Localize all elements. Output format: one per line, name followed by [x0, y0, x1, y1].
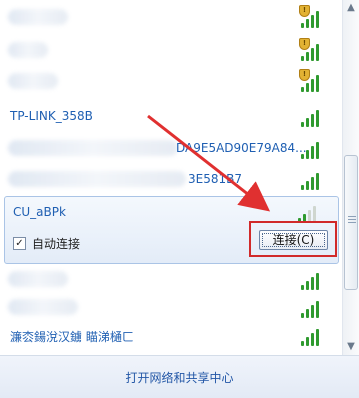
wifi-signal-icon	[298, 203, 320, 223]
blurred-ssid	[8, 9, 68, 25]
wifi-signal-icon	[301, 326, 323, 346]
connect-button[interactable]: 连接(C)	[259, 230, 328, 250]
auto-connect-label: 自动连接	[32, 237, 81, 251]
wifi-signal-icon: !	[299, 38, 323, 61]
wifi-signal-icon	[301, 270, 323, 290]
auto-connect-option[interactable]: ✓ 自动连接	[13, 235, 80, 252]
network-row[interactable]: DA9E5AD90E79A84...	[0, 131, 341, 165]
blurred-ssid	[8, 73, 58, 89]
wifi-signal-icon: !	[299, 69, 323, 92]
network-ssid: TP-LINK_358B	[10, 109, 93, 123]
chevron-down-icon[interactable]: ▼	[343, 339, 359, 355]
scrollbar-thumb[interactable]	[344, 155, 358, 290]
shield-icon: !	[299, 69, 310, 81]
blurred-ssid	[8, 42, 48, 58]
shield-icon: !	[299, 38, 310, 50]
blurred-ssid	[8, 271, 68, 287]
network-ssid: 濂枩鍚涗汉鐪 瞄涕樋ㄈ	[10, 330, 134, 344]
blurred-ssid	[8, 299, 78, 315]
wifi-signal-icon	[301, 107, 323, 127]
wifi-signal-icon	[301, 170, 323, 190]
selected-network[interactable]: CU_aBPk ✓ 自动连接 连接(C)	[4, 196, 339, 264]
network-row[interactable]: !	[0, 0, 341, 34]
vertical-scrollbar[interactable]: ▲ ▼	[342, 0, 359, 355]
selected-network-ssid: CU_aBPk	[13, 205, 66, 219]
wifi-signal-icon: !	[299, 5, 323, 28]
bottom-bar: 打开网络和共享中心	[0, 355, 359, 398]
checkbox-icon[interactable]: ✓	[13, 237, 26, 250]
open-network-center-link[interactable]: 打开网络和共享中心	[0, 369, 359, 386]
wifi-signal-icon	[301, 139, 323, 159]
network-row[interactable]: 3E581B7	[0, 162, 341, 196]
blurred-ssid	[8, 171, 186, 187]
wifi-signal-icon	[301, 298, 323, 318]
wifi-network-popup: ! ! ! TP-LINK_358B DA9E5AD90E79A84... 3E…	[0, 0, 359, 398]
network-row[interactable]: 濂枩鍚涗汉鐪 瞄涕樋ㄈ	[0, 318, 341, 352]
network-row-tp-link[interactable]: TP-LINK_358B	[0, 99, 341, 133]
network-ssid: 3E581B7	[188, 172, 242, 186]
network-row[interactable]: !	[0, 64, 341, 98]
shield-icon: !	[299, 5, 310, 17]
network-row[interactable]: !	[0, 33, 341, 67]
chevron-up-icon[interactable]: ▲	[343, 0, 359, 16]
network-list: ! ! ! TP-LINK_358B DA9E5AD90E79A84... 3E…	[0, 0, 341, 355]
blurred-ssid	[8, 140, 178, 156]
network-ssid: DA9E5AD90E79A84...	[176, 141, 307, 155]
